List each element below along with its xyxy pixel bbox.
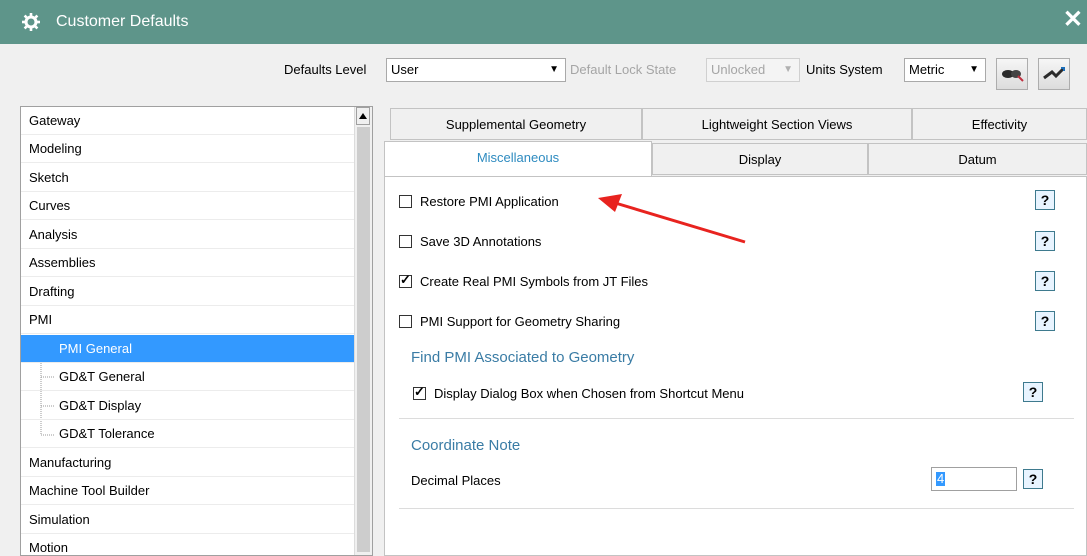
help-icon[interactable]: ? xyxy=(1023,469,1043,489)
option-label: Display Dialog Box when Chosen from Shor… xyxy=(434,385,744,401)
decimal-places-value: 4 xyxy=(936,471,946,486)
tree-item-gdt-tolerance[interactable]: GD&T Tolerance xyxy=(21,420,355,448)
tree-item-gdt-display[interactable]: GD&T Display xyxy=(21,392,355,420)
tree-item-pmi-general[interactable]: PMI General xyxy=(21,335,355,363)
option-display-dialog-box[interactable]: ✓ Display Dialog Box when Chosen from Sh… xyxy=(413,381,744,405)
option-restore-pmi[interactable]: Restore PMI Application xyxy=(399,189,559,213)
tree-item-drafting[interactable]: Drafting xyxy=(21,278,355,306)
chevron-down-icon: ▼ xyxy=(969,64,979,75)
close-icon[interactable]: ✕ xyxy=(1063,8,1083,32)
scroll-up-button[interactable] xyxy=(356,107,370,125)
gear-icon xyxy=(20,11,42,33)
help-icon[interactable]: ? xyxy=(1035,190,1055,210)
checkmark-icon: ✓ xyxy=(414,383,425,399)
option-pmi-support-geometry-sharing[interactable]: PMI Support for Geometry Sharing xyxy=(399,309,620,333)
lock-state-select[interactable]: Unlocked ▼ xyxy=(706,58,800,82)
apply-button[interactable] xyxy=(1038,58,1070,90)
chevron-down-icon: ▼ xyxy=(783,64,793,75)
tree-item-gdt-general[interactable]: GD&T General xyxy=(21,363,355,391)
tab-supplemental-geometry[interactable]: Supplemental Geometry xyxy=(390,108,642,140)
lock-state-label: Default Lock State xyxy=(570,62,677,77)
option-label: Save 3D Annotations xyxy=(420,233,542,249)
defaults-level-value: User xyxy=(391,62,419,77)
title-bar: Customer Defaults ✕ xyxy=(0,0,1087,44)
help-icon[interactable]: ? xyxy=(1035,271,1055,291)
create-real-pmi-checkbox[interactable]: ✓ xyxy=(399,271,412,288)
tree-item-motion[interactable]: Motion xyxy=(21,534,355,555)
tree-item-manufacturing[interactable]: Manufacturing xyxy=(21,449,355,477)
option-label: PMI Support for Geometry Sharing xyxy=(420,313,621,329)
checkmark-icon: ✓ xyxy=(400,271,411,287)
chevron-up-icon xyxy=(359,113,367,119)
tree-scrollbar[interactable] xyxy=(354,107,372,555)
tree-item-machine-tool-builder[interactable]: Machine Tool Builder xyxy=(21,477,355,505)
tree-item-simulation[interactable]: Simulation xyxy=(21,506,355,534)
option-label: Create Real PMI Symbols from JT Files xyxy=(420,273,649,289)
lock-state-value: Unlocked xyxy=(711,62,766,77)
group-coordinate-note: Coordinate Note Decimal Places 4 ? xyxy=(399,427,1074,509)
defaults-level-select[interactable]: User ▼ xyxy=(386,58,566,82)
tree-item-gateway[interactable]: Gateway xyxy=(21,107,355,135)
group-find-pmi: Find PMI Associated to Geometry ✓ Displa… xyxy=(399,337,1074,419)
option-label: Restore PMI Application xyxy=(420,193,559,209)
tree-item-analysis[interactable]: Analysis xyxy=(21,221,355,249)
find-button[interactable] xyxy=(996,58,1028,90)
tree-item-modeling[interactable]: Modeling xyxy=(21,135,355,163)
group-title: Coordinate Note xyxy=(411,437,521,454)
restore-pmi-checkbox[interactable] xyxy=(399,194,412,208)
decimal-places-label: Decimal Places xyxy=(411,473,501,488)
tree-item-assemblies[interactable]: Assemblies xyxy=(21,249,355,277)
tab-lightweight-section-views[interactable]: Lightweight Section Views xyxy=(642,108,912,140)
scrollbar-thumb[interactable] xyxy=(357,127,370,552)
toolbar: Defaults Level User ▼ Default Lock State… xyxy=(0,44,1087,98)
tree-item-pmi[interactable]: PMI xyxy=(21,306,355,334)
apply-icon xyxy=(1042,64,1066,85)
tab-datum[interactable]: Datum xyxy=(868,143,1087,175)
tab-content-miscellaneous: Restore PMI Application ? Save 3D Annota… xyxy=(384,176,1087,556)
pmi-geometry-sharing-checkbox[interactable] xyxy=(399,314,412,328)
tab-display[interactable]: Display xyxy=(652,143,868,175)
decimal-places-input[interactable]: 4 xyxy=(931,467,1017,491)
display-dialog-checkbox[interactable]: ✓ xyxy=(413,383,426,400)
window-title: Customer Defaults xyxy=(56,13,189,30)
option-create-real-pmi-symbols[interactable]: ✓ Create Real PMI Symbols from JT Files xyxy=(399,269,648,293)
units-system-select[interactable]: Metric ▼ xyxy=(904,58,986,82)
defaults-level-label: Defaults Level xyxy=(284,62,367,77)
category-tree: Gateway Modeling Sketch Curves Analysis … xyxy=(20,106,373,556)
chevron-down-icon: ▼ xyxy=(549,64,559,75)
settings-pane: Supplemental Geometry Lightweight Sectio… xyxy=(384,106,1087,556)
help-icon[interactable]: ? xyxy=(1035,231,1055,251)
tree-item-curves[interactable]: Curves xyxy=(21,192,355,220)
units-system-label: Units System xyxy=(806,62,883,77)
option-save-3d-annotations[interactable]: Save 3D Annotations xyxy=(399,229,541,253)
help-icon[interactable]: ? xyxy=(1023,382,1043,402)
help-icon[interactable]: ? xyxy=(1035,311,1055,331)
find-icon xyxy=(1000,64,1024,85)
units-system-value: Metric xyxy=(909,62,945,77)
tree-item-sketch[interactable]: Sketch xyxy=(21,164,355,192)
group-title: Find PMI Associated to Geometry xyxy=(411,349,635,366)
tab-miscellaneous[interactable]: Miscellaneous xyxy=(384,141,652,176)
tab-effectivity[interactable]: Effectivity xyxy=(912,108,1087,140)
save-3d-annotations-checkbox[interactable] xyxy=(399,234,412,248)
